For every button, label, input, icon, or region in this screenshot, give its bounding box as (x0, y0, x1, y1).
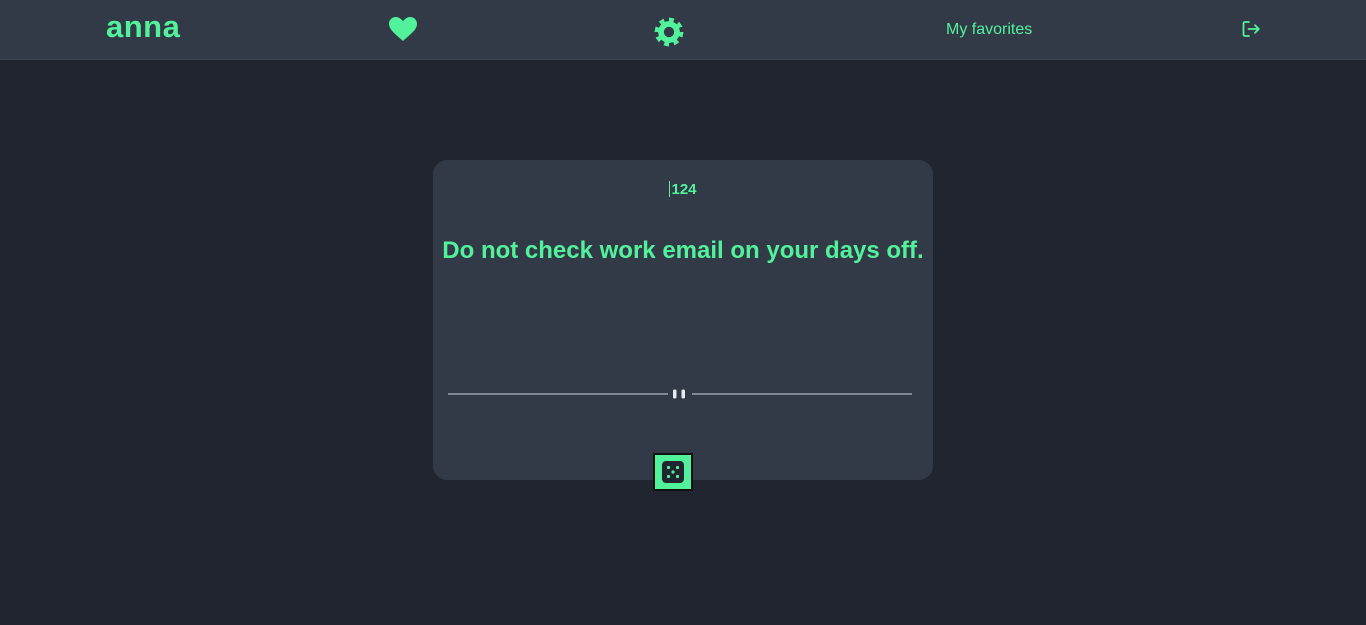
gear-icon[interactable] (654, 17, 684, 47)
pause-bar-right (681, 389, 685, 399)
advice-id-value: 124 (671, 181, 697, 198)
heart-icon[interactable] (389, 17, 417, 42)
advice-id-label: 124 (433, 181, 933, 198)
new-advice-button[interactable] (653, 453, 693, 491)
pattern-divider (448, 389, 912, 399)
advice-card: 124 Do not check work email on your days… (433, 160, 933, 491)
advice-quote: Do not check work email on your days off… (442, 237, 924, 264)
brand-logo[interactable]: anna (106, 9, 180, 45)
my-favorites-link[interactable]: My favorites (946, 20, 1032, 40)
logout-icon[interactable] (1242, 20, 1261, 38)
dice-icon (662, 461, 684, 483)
pause-bar-left (673, 389, 677, 399)
top-navbar: anna My favorites (0, 0, 1366, 60)
